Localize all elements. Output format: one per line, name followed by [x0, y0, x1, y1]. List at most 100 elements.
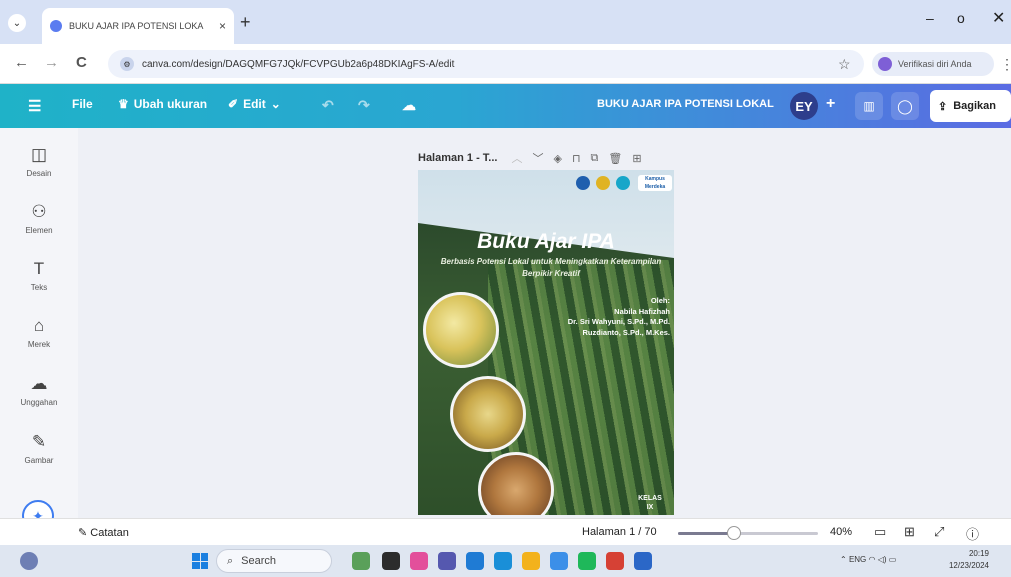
- weather-widget-icon[interactable]: [20, 552, 38, 570]
- insights-chart-icon[interactable]: ▥: [855, 92, 883, 120]
- menu-hamburger-icon[interactable]: ☰: [28, 97, 41, 115]
- text-icon: T: [33, 259, 45, 278]
- word-app-icon[interactable]: [634, 552, 652, 570]
- edit-label: Edit: [243, 97, 266, 111]
- taskbar-clock[interactable]: 20:19 12/23/2024: [943, 548, 989, 572]
- url-input[interactable]: ⚙ canva.com/design/DAGQMFG7JQk/FCVPGUb2a…: [108, 50, 864, 78]
- page-view-icon[interactable]: ▭: [874, 524, 886, 540]
- author-line: Dr. Sri Wahyuni, S.Pd., M.Pd.: [567, 317, 670, 326]
- hide-page-icon[interactable]: ◈: [553, 152, 561, 165]
- battery-icon: ▭: [888, 555, 897, 564]
- brand-icon: ⌂: [33, 316, 45, 335]
- share-button[interactable]: ⇪ Bagikan: [930, 90, 1011, 122]
- sidebar-item-label: Teks: [30, 283, 48, 292]
- bookmark-star-icon[interactable]: ☆: [838, 56, 851, 73]
- reload-button[interactable]: C: [76, 54, 87, 71]
- design-icon: ◫: [30, 145, 48, 164]
- grid-view-icon[interactable]: ⊞: [904, 524, 915, 540]
- kampus-merdeka-logo: Kampus Merdeka: [638, 175, 672, 191]
- user-avatar[interactable]: EY: [790, 92, 818, 120]
- chrome-app-icon[interactable]: [606, 552, 624, 570]
- notes-button[interactable]: ✎ Catatan: [78, 526, 129, 539]
- windows-taskbar: ⌕ Search ⌃ ENG ◠ ◁) ▭ 20:19 12/23/2024: [0, 545, 1011, 577]
- clock-time: 20:19: [968, 549, 989, 558]
- copilot-app-icon[interactable]: [352, 552, 370, 570]
- spotify-app-icon[interactable]: [578, 552, 596, 570]
- url-text: canva.com/design/DAGQMFG7JQk/FCVPGUb2a6p…: [142, 58, 455, 70]
- zoom-slider-handle[interactable]: [727, 526, 741, 540]
- sidebar-item-teks[interactable]: T Teks: [0, 259, 78, 292]
- page-title[interactable]: Halaman 1 - T...: [418, 152, 497, 164]
- corn-photo-circle: [450, 376, 526, 452]
- teams-app-icon[interactable]: [438, 552, 456, 570]
- taskbar-search-input[interactable]: ⌕ Search: [216, 549, 332, 573]
- window-minimize-button[interactable]: –: [926, 10, 934, 26]
- comment-icon[interactable]: ◯: [891, 92, 919, 120]
- add-page-icon[interactable]: ⊞: [632, 152, 641, 165]
- sidebar-item-label: Gambar: [24, 456, 54, 465]
- file-explorer-icon[interactable]: [522, 552, 540, 570]
- upload-share-icon: ⇪: [938, 100, 948, 113]
- resize-button[interactable]: ♛ Ubah ukuran: [118, 97, 207, 111]
- task-view-icon[interactable]: [382, 552, 400, 570]
- author-line: Nabila Hafizhah: [614, 306, 670, 316]
- app-icon[interactable]: [550, 552, 568, 570]
- upload-icon: ☁: [30, 374, 48, 393]
- page-count[interactable]: Halaman 1 / 70: [582, 526, 657, 538]
- browser-tab-active[interactable]: BUKU AJAR IPA POTENSI LOKA ×: [42, 8, 234, 44]
- windows-start-icon[interactable]: [192, 553, 208, 569]
- window-maximize-button[interactable]: o: [957, 10, 965, 26]
- editor-status-bar: ✎ Catatan Halaman 1 / 70 40% ▭ ⊞ ⤢ ⓘ: [0, 518, 1011, 545]
- undo-icon[interactable]: ↶: [322, 97, 334, 114]
- tab-close-icon[interactable]: ×: [219, 19, 226, 33]
- sidebar-item-label: Elemen: [25, 226, 53, 235]
- resize-label: Ubah ukuran: [133, 97, 208, 111]
- site-info-icon[interactable]: ⚙: [120, 57, 134, 71]
- book-cover-page[interactable]: Kampus Merdeka Buku Ajar IPA Berbasis Po…: [418, 170, 674, 515]
- sidebar-item-elemen[interactable]: ⚇ Elemen: [0, 202, 78, 235]
- system-tray[interactable]: ⌃ ENG ◠ ◁) ▭: [840, 555, 896, 564]
- sidebar-item-gambar[interactable]: ✎ Gambar: [0, 432, 78, 465]
- forward-button[interactable]: →: [44, 54, 59, 71]
- elements-icon: ⚇: [31, 202, 47, 221]
- cloud-sync-icon[interactable]: ☁: [402, 97, 416, 114]
- zoom-slider[interactable]: [678, 526, 818, 540]
- file-menu[interactable]: File: [72, 97, 93, 111]
- zoom-slider-fill: [678, 532, 734, 535]
- help-icon[interactable]: ⓘ: [966, 524, 979, 543]
- window-close-button[interactable]: ✕: [992, 8, 1005, 28]
- author-line: Oleh:: [650, 296, 670, 305]
- author-line: Ruzdianto, S.Pd., M.Kes.: [582, 327, 670, 337]
- profile-button[interactable]: Verifikasi diri Anda: [872, 52, 994, 76]
- edit-menu[interactable]: ✐ Edit ⌄: [228, 97, 281, 111]
- back-button[interactable]: ←: [14, 54, 29, 71]
- zoom-level[interactable]: 40%: [830, 526, 852, 538]
- tab-title: BUKU AJAR IPA POTENSI LOKA: [69, 21, 204, 31]
- address-bar: ← → C ⚙ canva.com/design/DAGQMFG7JQk/FCV…: [0, 44, 1011, 84]
- edge-app-icon[interactable]: [466, 552, 484, 570]
- tray-chevron-icon: ⌃: [840, 555, 847, 564]
- blu-logo: [616, 176, 630, 190]
- app-icon[interactable]: [494, 552, 512, 570]
- chevron-up-icon[interactable]: ︿: [511, 150, 522, 166]
- search-placeholder: Search: [241, 555, 277, 567]
- duplicate-page-icon[interactable]: ⧉: [591, 152, 599, 165]
- cover-grade: KELAS IX: [630, 494, 670, 512]
- project-title[interactable]: BUKU AJAR IPA POTENSI LOKAL: [597, 98, 774, 110]
- new-tab-button[interactable]: +: [240, 12, 251, 33]
- tab-list-button[interactable]: ⌄: [8, 14, 26, 32]
- app-icon[interactable]: [410, 552, 428, 570]
- add-collaborator-button[interactable]: +: [826, 95, 835, 113]
- chevron-down-icon[interactable]: ﹀: [532, 150, 543, 166]
- lock-icon[interactable]: ⊓: [572, 152, 581, 165]
- profile-label: Verifikasi diri Anda: [898, 59, 972, 69]
- browser-menu-icon[interactable]: ⋮: [1000, 56, 1011, 73]
- cover-title: Buku Ajar IPA: [477, 230, 615, 253]
- sidebar-item-unggahan[interactable]: ☁ Unggahan: [0, 374, 78, 407]
- redo-icon[interactable]: ↷: [358, 97, 370, 114]
- sidebar-item-desain[interactable]: ◫ Desain: [0, 145, 78, 178]
- pencil-icon: ✐: [228, 97, 239, 111]
- delete-page-icon[interactable]: 🗑: [608, 152, 622, 165]
- sidebar-item-merek[interactable]: ⌂ Merek: [0, 316, 78, 349]
- fullscreen-icon[interactable]: ⤢: [934, 524, 944, 540]
